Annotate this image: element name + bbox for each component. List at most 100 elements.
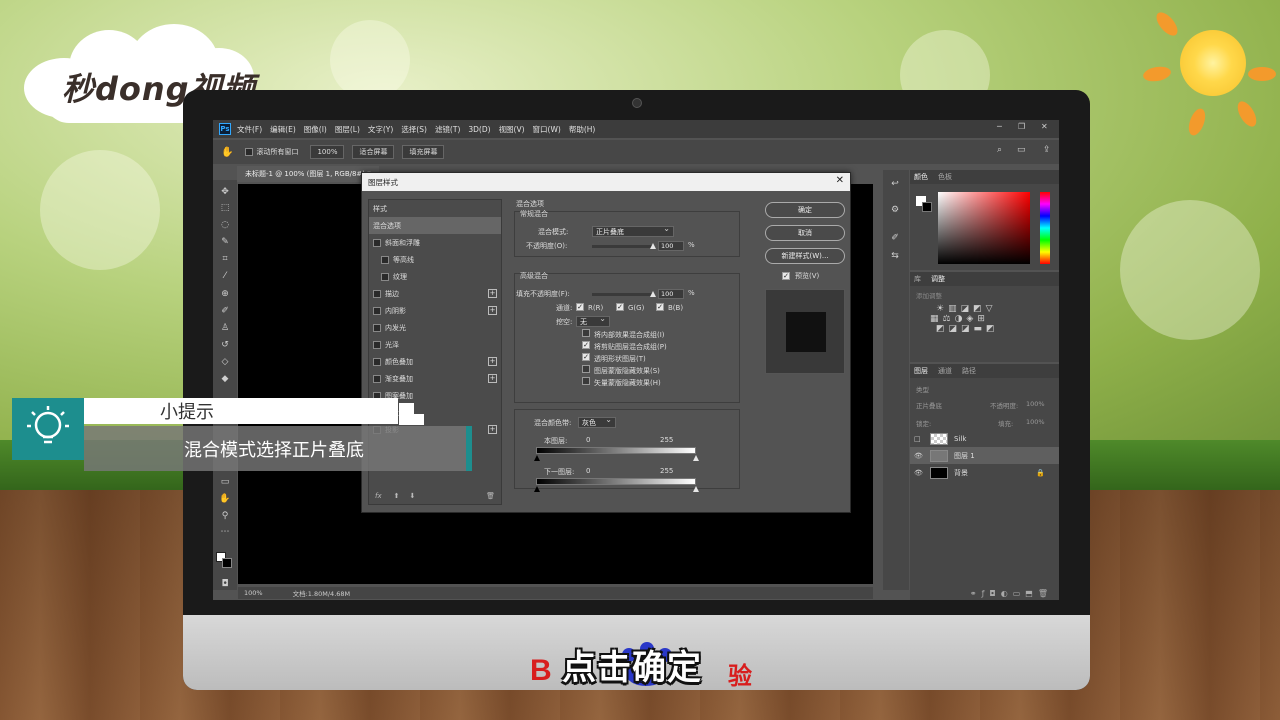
healing-tool-icon[interactable]: ⊕	[219, 288, 231, 300]
layer-blend-mode[interactable]: 正片叠底	[916, 400, 942, 410]
style-item[interactable]: 等高线	[369, 251, 501, 268]
menu-file[interactable]: 文件(F)	[237, 124, 262, 135]
move-down-icon[interactable]: ⬇	[409, 492, 415, 500]
move-up-icon[interactable]: ⬆	[394, 492, 400, 500]
menu-window[interactable]: 窗口(W)	[533, 124, 561, 135]
layer-opacity-value[interactable]: 100%	[1026, 400, 1045, 408]
fill-opacity-slider-track[interactable]	[592, 293, 652, 296]
opacity-slider-track[interactable]	[592, 245, 652, 248]
brush-tool-icon[interactable]: ✐	[219, 305, 231, 317]
this-layer-white-knob[interactable]	[693, 455, 699, 461]
eraser-tool-icon[interactable]: ◇	[219, 356, 231, 368]
style-checkbox[interactable]	[373, 238, 381, 247]
tab-color[interactable]: 颜色	[914, 172, 928, 182]
style-checkbox[interactable]	[373, 289, 381, 298]
add-effect-icon[interactable]: +	[488, 425, 497, 434]
tab-adjustments[interactable]: 调整	[931, 274, 945, 284]
stamp-tool-icon[interactable]: ♙	[219, 322, 231, 334]
style-checkbox[interactable]	[373, 374, 381, 383]
menu-edit[interactable]: 编辑(E)	[270, 124, 296, 135]
style-item[interactable]: 颜色叠加 +	[369, 353, 501, 370]
fx-icon[interactable]: fx	[375, 492, 382, 500]
layer-actions-bar[interactable]: ⚭ƒ◘◐▭⬒🗑	[910, 589, 1059, 598]
opacity-slider-knob[interactable]	[650, 243, 656, 249]
blend-mode-dropdown[interactable]: 正片叠底	[592, 224, 674, 237]
add-effect-icon[interactable]: +	[488, 306, 497, 315]
add-effect-icon[interactable]: +	[488, 357, 497, 366]
history-panel-icon[interactable]: ↩	[889, 178, 901, 190]
zoom-100-button[interactable]: 100%	[310, 145, 345, 159]
more-tools-icon[interactable]: ⋯	[219, 526, 231, 538]
eye-icon[interactable]: 👁	[914, 452, 924, 460]
eyedropper-tool-icon[interactable]: ⁄	[219, 270, 231, 282]
fit-screen-button[interactable]: 适合屏幕	[352, 145, 395, 159]
add-effect-icon[interactable]: +	[488, 289, 497, 298]
scroll-all-windows-option[interactable]: 滚动所有窗口	[245, 147, 298, 157]
tab-layers[interactable]: 图层	[914, 366, 928, 376]
ok-button[interactable]: 确定	[765, 202, 845, 218]
history-brush-tool-icon[interactable]: ↺	[219, 339, 231, 351]
tab-swatches[interactable]: 色板	[938, 172, 952, 182]
style-item[interactable]: 内发光	[369, 319, 501, 336]
menu-filter[interactable]: 滤镜(T)	[435, 124, 460, 135]
adjust-panel-icon[interactable]: ⇆	[889, 250, 901, 262]
style-checkbox[interactable]	[373, 323, 381, 332]
eye-icon[interactable]: 👁	[914, 469, 924, 477]
knockout-dropdown[interactable]: 无	[576, 314, 610, 327]
style-checkbox[interactable]	[381, 255, 389, 264]
adjust-icons-row2[interactable]: ▦⚖◑◈⊞	[910, 314, 1059, 324]
fill-opacity-slider-knob[interactable]	[650, 291, 656, 297]
hand-tool-icon[interactable]: ✋	[219, 493, 231, 505]
layer-row[interactable]: 👁 图层 1	[910, 447, 1059, 464]
move-tool-icon[interactable]: ✥	[219, 186, 231, 198]
this-layer-black-knob[interactable]	[534, 455, 540, 461]
tab-libraries[interactable]: 库	[914, 274, 921, 284]
trash-icon[interactable]: 🗑	[486, 492, 495, 500]
brush-panel-icon[interactable]: ✐	[889, 232, 901, 244]
style-item[interactable]: 斜面和浮雕	[369, 234, 501, 251]
quick-select-tool-icon[interactable]: ✎	[219, 236, 231, 248]
channel-g-checkbox[interactable]: ✓	[616, 303, 624, 311]
zoom-tool-icon[interactable]: ⚲	[219, 510, 231, 522]
style-item[interactable]: 纹理	[369, 268, 501, 285]
advanced-option-checkbox[interactable]	[582, 377, 590, 385]
bg-color-chip[interactable]	[922, 202, 932, 212]
style-checkbox[interactable]	[373, 357, 381, 366]
adjust-icons-row3[interactable]: ◩◪◪▬◩	[910, 324, 1059, 334]
menu-help[interactable]: 帮助(H)	[569, 124, 596, 135]
fill-value[interactable]: 100%	[1026, 418, 1045, 426]
underlying-white-knob[interactable]	[693, 486, 699, 492]
fill-opacity-input[interactable]: 100	[658, 289, 684, 299]
share-icon[interactable]: ⇪	[1043, 145, 1051, 155]
adjust-icons-row1[interactable]: ☀▥◪◩▽	[910, 304, 1059, 314]
paint-bucket-tool-icon[interactable]: ◆	[219, 373, 231, 385]
style-item[interactable]: 光泽	[369, 336, 501, 353]
channel-r-checkbox[interactable]: ✓	[576, 303, 584, 311]
document-tab[interactable]: 未标题-1 @ 100% (图层 1, RGB/8#) *	[237, 166, 379, 182]
workspace-icon[interactable]: ▭	[1017, 145, 1026, 155]
lasso-tool-icon[interactable]: ◌	[219, 219, 231, 231]
underlying-gradient[interactable]	[536, 478, 696, 485]
advanced-option-checkbox[interactable]	[582, 365, 590, 373]
cancel-button[interactable]: 取消	[765, 225, 845, 241]
style-checkbox[interactable]	[373, 340, 381, 349]
minimize-icon[interactable]: ─	[997, 122, 1002, 131]
style-item[interactable]: 描边 +	[369, 285, 501, 302]
crop-tool-icon[interactable]: ⌗	[219, 253, 231, 265]
menu-layer[interactable]: 图层(L)	[335, 124, 360, 135]
this-layer-gradient[interactable]	[536, 447, 696, 454]
properties-panel-icon[interactable]: ⚙	[889, 204, 901, 216]
restore-icon[interactable]: ❐	[1018, 122, 1025, 131]
marquee-tool-icon[interactable]: ⬚	[219, 202, 231, 214]
style-item[interactable]: 内阴影 +	[369, 302, 501, 319]
new-style-button[interactable]: 新建样式(W)...	[765, 248, 845, 264]
advanced-option-checkbox[interactable]: ✓	[582, 341, 590, 349]
hue-slider[interactable]	[1040, 192, 1050, 264]
quick-mask-icon[interactable]: ◘	[219, 578, 231, 590]
color-field[interactable]	[938, 192, 1030, 264]
close-icon[interactable]: ✕	[836, 175, 844, 186]
layer-row[interactable]: 👁 背景 🔒	[910, 464, 1059, 481]
style-item[interactable]: 渐变叠加 +	[369, 370, 501, 387]
style-checkbox[interactable]	[381, 272, 389, 281]
menu-image[interactable]: 图像(I)	[304, 124, 327, 135]
